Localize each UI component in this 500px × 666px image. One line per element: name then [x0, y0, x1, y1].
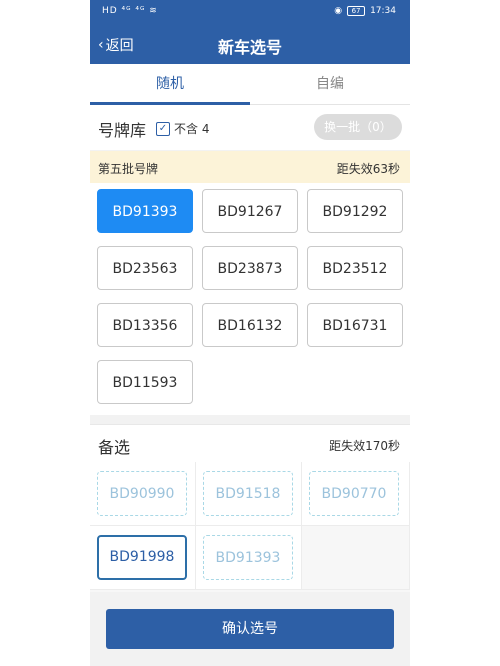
status-time: 17:34: [370, 6, 396, 16]
eye-icon: ◉: [334, 6, 343, 16]
phone-screen: HD ⁴ᴳ ⁴ᴳ ≋ ◉ 67 17:34 ‹ 返回 新车选号 随机 自编 号牌…: [90, 0, 410, 666]
page-title: 新车选号: [217, 38, 282, 57]
tab-custom[interactable]: 自编: [250, 64, 410, 104]
plate-option[interactable]: BD91393: [97, 189, 193, 233]
plate-option[interactable]: BD11593: [97, 360, 193, 404]
status-bar: HD ⁴ᴳ ⁴ᴳ ≋ ◉ 67 17:34: [90, 0, 410, 26]
plate-option[interactable]: BD23873: [202, 246, 298, 290]
signal-indicators: HD ⁴ᴳ ⁴ᴳ ≋: [102, 6, 158, 16]
plate-option[interactable]: BD91267: [202, 189, 298, 233]
spare-plate[interactable]: BD91518: [203, 471, 293, 516]
exclude-4-label: 不含 4: [174, 122, 210, 136]
batch-label: 第五批号牌: [98, 162, 159, 176]
spare-cell: BD90990: [90, 462, 196, 526]
background-right: [410, 0, 500, 666]
spare-expire-countdown: 距失效170秒: [329, 439, 400, 453]
spare-header: 备选 距失效170秒: [90, 424, 410, 463]
plate-pool-title: 号牌库: [98, 121, 147, 140]
plate-option[interactable]: BD16731: [307, 303, 403, 347]
spare-plate[interactable]: BD90990: [97, 471, 187, 516]
spare-cell: BD90770: [302, 462, 410, 526]
batch-banner: 第五批号牌 距失效63秒: [90, 151, 410, 183]
spare-cell-empty: [302, 526, 410, 590]
plate-option[interactable]: BD13356: [97, 303, 193, 347]
plate-grid: BD91393 BD91267 BD91292 BD23563 BD23873 …: [90, 183, 410, 415]
plate-option[interactable]: BD91292: [307, 189, 403, 233]
spare-grid: BD90990 BD91518 BD90770 BD91998 BD91393: [90, 462, 410, 592]
background-left: [0, 0, 90, 666]
spare-cell: BD91518: [196, 462, 302, 526]
plate-option[interactable]: BD23563: [97, 246, 193, 290]
title-bar: ‹ 返回 新车选号: [90, 26, 410, 64]
spare-cell: BD91998: [90, 526, 196, 590]
plate-option[interactable]: BD16132: [202, 303, 298, 347]
spare-plate[interactable]: BD91393: [203, 535, 293, 580]
spare-cell: BD91393: [196, 526, 302, 590]
spare-plate-selected[interactable]: BD91998: [97, 535, 187, 580]
confirm-button[interactable]: 确认选号: [106, 609, 394, 649]
tab-bar: 随机 自编: [90, 64, 410, 105]
spare-plate[interactable]: BD90770: [309, 471, 399, 516]
tab-random[interactable]: 随机: [90, 64, 250, 105]
check-icon: ✓: [156, 121, 170, 136]
plate-pool-header: 号牌库 ✓ 不含 4 换一批（0）: [90, 105, 410, 150]
plate-option[interactable]: BD23512: [307, 246, 403, 290]
swap-batch-button[interactable]: 换一批（0）: [314, 114, 402, 140]
batch-expire-countdown: 距失效63秒: [336, 162, 400, 176]
spare-title: 备选: [98, 438, 131, 457]
exclude-4-checkbox[interactable]: ✓ 不含 4: [156, 120, 209, 137]
battery-icon: 67: [347, 6, 366, 16]
